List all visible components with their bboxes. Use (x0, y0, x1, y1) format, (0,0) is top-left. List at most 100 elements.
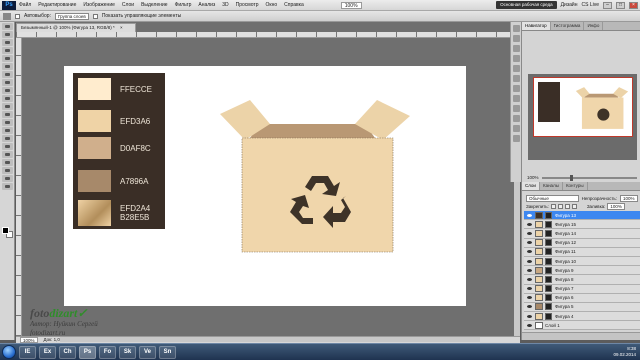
menu-help[interactable]: Справка (284, 2, 304, 8)
eye-icon[interactable] (526, 248, 533, 255)
path-selection-tool-icon[interactable] (2, 151, 13, 158)
horizontal-ruler[interactable] (16, 32, 520, 38)
actions-panel-icon[interactable] (513, 85, 520, 92)
eye-icon[interactable] (526, 285, 533, 292)
lock-pixels-icon[interactable] (557, 204, 563, 209)
brushes-panel-icon[interactable] (513, 115, 520, 122)
layer-row[interactable]: Фигура 8 (524, 275, 640, 285)
clone-stamp-tool-icon[interactable] (2, 87, 13, 94)
move-tool-icon[interactable] (2, 23, 13, 30)
fill-input[interactable]: 100% (607, 203, 625, 210)
move-tool-icon[interactable] (3, 12, 11, 20)
dodge-tool-icon[interactable] (2, 127, 13, 134)
document-tab[interactable]: Безымянный-1 @ 100% (Фигура 13, RGB/8) *… (16, 23, 136, 32)
styles-panel-icon[interactable] (513, 45, 520, 52)
navigator-view-box[interactable] (533, 77, 633, 137)
taskbar-app-button[interactable]: IE (19, 345, 36, 359)
lock-position-icon[interactable] (564, 204, 570, 209)
layer-row[interactable]: Фигура 11 (524, 247, 640, 257)
blend-mode-select[interactable]: Обычные (526, 194, 579, 202)
menu-filter[interactable]: Фильтр (175, 2, 192, 8)
healing-tool-icon[interactable] (2, 71, 13, 78)
menu-window[interactable]: Окно (266, 2, 278, 8)
navigator-zoom-slider[interactable] (541, 174, 637, 181)
character-panel-icon[interactable] (513, 95, 520, 102)
taskbar-app-button[interactable]: Sn (159, 345, 176, 359)
opacity-input[interactable]: 100% (620, 194, 638, 202)
magic-wand-tool-icon[interactable] (2, 47, 13, 54)
layer-row[interactable]: Фигура 15 (524, 220, 640, 230)
hand-tool-icon[interactable] (2, 175, 13, 182)
taskbar-app-button[interactable]: Ex (39, 345, 56, 359)
eye-icon[interactable] (526, 258, 533, 265)
eye-icon[interactable] (526, 303, 533, 310)
history-panel-icon[interactable] (513, 75, 520, 82)
adjustments-panel-icon[interactable] (513, 55, 520, 62)
maximize-icon[interactable]: □ (616, 1, 625, 9)
menu-view[interactable]: Просмотр (236, 2, 259, 8)
eye-icon[interactable] (526, 267, 533, 274)
menu-image[interactable]: Изображение (83, 2, 115, 8)
eye-icon[interactable] (526, 322, 533, 329)
tab-info[interactable]: Инфо (584, 22, 604, 30)
eraser-tool-icon[interactable] (2, 103, 13, 110)
cs-live-link[interactable]: CS Live (581, 2, 599, 8)
menu-select[interactable]: Выделение (141, 2, 168, 8)
lasso-tool-icon[interactable] (2, 39, 13, 46)
marquee-tool-icon[interactable] (2, 31, 13, 38)
gradient-tool-icon[interactable] (2, 111, 13, 118)
history-brush-tool-icon[interactable] (2, 95, 13, 102)
masks-panel-icon[interactable] (513, 65, 520, 72)
lock-transparency-icon[interactable] (550, 204, 556, 209)
crop-tool-icon[interactable] (2, 55, 13, 62)
tab-channels[interactable]: Каналы (540, 182, 563, 190)
navigator-zoom-value[interactable]: 100% (527, 175, 539, 180)
layer-row[interactable]: Фигура 7 (524, 284, 640, 294)
pen-tool-icon[interactable] (2, 135, 13, 142)
tab-navigator[interactable]: Навигатор (522, 22, 551, 30)
layer-row[interactable]: Фигура 14 (524, 229, 640, 239)
show-controls-checkbox[interactable] (92, 13, 98, 19)
layer-row[interactable]: Фигура 12 (524, 238, 640, 248)
tab-paths[interactable]: Контуры (563, 182, 588, 190)
taskbar-app-button[interactable]: Ch (59, 345, 76, 359)
menu-layers[interactable]: Слои (122, 2, 134, 8)
workspace-button[interactable]: Основная рабочая среда (496, 1, 557, 9)
eye-icon[interactable] (526, 313, 533, 320)
tray-date[interactable]: 09.02.2014 (613, 352, 636, 358)
eye-icon[interactable] (526, 221, 533, 228)
swatches-panel-icon[interactable] (513, 35, 520, 42)
design-workspace-link[interactable]: Дизайн (561, 2, 578, 8)
layer-row[interactable]: Фигура 4 (524, 312, 640, 322)
layer-row[interactable]: Фигура 13 (524, 211, 640, 221)
tab-layers[interactable]: Слои (522, 182, 540, 190)
autoselect-select[interactable]: Группа слоев (54, 12, 89, 20)
layer-row[interactable]: Фигура 9 (524, 266, 640, 276)
color-panel-icon[interactable] (513, 25, 520, 32)
taskbar-app-button[interactable]: Ve (139, 345, 156, 359)
taskbar-app-button[interactable]: Ps (79, 345, 96, 359)
brush-tool-icon[interactable] (2, 79, 13, 86)
layer-row[interactable]: Фигура 10 (524, 256, 640, 267)
shape-tool-icon[interactable] (2, 159, 13, 166)
eye-icon[interactable] (526, 212, 533, 219)
eye-icon[interactable] (526, 276, 533, 283)
clone-source-panel-icon[interactable] (513, 125, 520, 132)
tool-presets-panel-icon[interactable] (513, 135, 520, 142)
menu-3d[interactable]: 3D (222, 2, 228, 8)
close-icon[interactable]: × (629, 1, 638, 9)
horizontal-scrollbar[interactable] (60, 337, 480, 342)
taskbar-app-button[interactable]: Fo (99, 345, 116, 359)
vertical-ruler[interactable] (16, 38, 22, 336)
paragraph-panel-icon[interactable] (513, 105, 520, 112)
foreground-color-swatch[interactable] (2, 227, 9, 234)
navigator-preview[interactable] (528, 74, 637, 160)
eyedropper-tool-icon[interactable] (2, 63, 13, 70)
layer-row[interactable]: Фигура 5 (524, 302, 640, 313)
eye-icon[interactable] (526, 239, 533, 246)
menu-analysis[interactable]: Анализ (198, 2, 215, 8)
zoom-select[interactable]: 100% (340, 1, 362, 9)
eye-icon[interactable] (526, 230, 533, 237)
cardboard-box-illustration[interactable] (215, 96, 415, 256)
lock-all-icon[interactable] (571, 204, 577, 209)
